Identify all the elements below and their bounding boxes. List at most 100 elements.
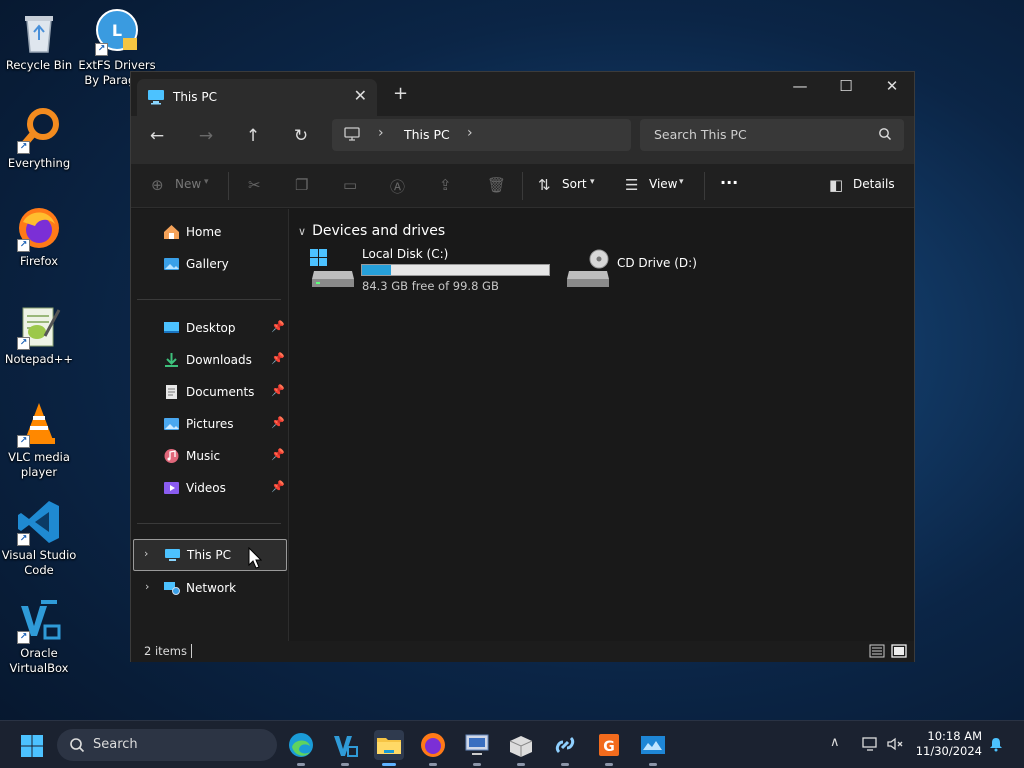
nav-item-downloads[interactable]: Downloads 📌 xyxy=(135,345,287,375)
desktop-icon-firefox[interactable]: ↗ Firefox xyxy=(0,204,78,269)
sort-chevron-icon: ▾ xyxy=(590,177,595,187)
desktop-icon-virtualbox[interactable]: ↗ Oracle VirtualBox xyxy=(0,596,78,676)
virtualbox-taskbar-icon[interactable] xyxy=(330,730,360,766)
search-box[interactable]: Search This PC xyxy=(640,119,904,151)
edge-icon[interactable] xyxy=(286,730,316,766)
desktop-icon-label: Firefox xyxy=(19,254,59,268)
nav-item-this-pc[interactable]: › This PC xyxy=(133,539,287,571)
close-window-button[interactable]: ✕ xyxy=(869,72,915,102)
desktop-icon-label: Notepad++ xyxy=(4,352,74,366)
expand-chevron-icon[interactable]: › xyxy=(144,547,148,560)
breadcrumb-separator[interactable]: › xyxy=(467,125,473,141)
taskbar-search[interactable]: Search xyxy=(57,729,277,761)
refresh-button[interactable]: ↻ xyxy=(287,126,315,146)
nav-item-documents[interactable]: Documents 📌 xyxy=(135,377,287,407)
nav-item-label: Desktop xyxy=(186,321,236,335)
gallery-icon xyxy=(163,256,180,272)
expand-chevron-icon[interactable]: › xyxy=(145,580,149,593)
desktop-icon-vlc[interactable]: ↗ VLC media player xyxy=(0,400,78,480)
more-options-button[interactable]: ··· xyxy=(720,173,738,192)
details-view-button[interactable] xyxy=(869,643,885,659)
rename-button[interactable]: Ⓐ xyxy=(390,176,405,197)
start-button[interactable] xyxy=(20,734,44,758)
computer-icon xyxy=(344,127,360,141)
pin-icon: 📌 xyxy=(271,384,285,397)
breadcrumb-this-pc[interactable]: This PC xyxy=(404,127,450,142)
pin-icon: 📌 xyxy=(271,320,285,333)
desktop-icon-label: Recycle Bin xyxy=(5,58,73,72)
new-tab-button[interactable]: + xyxy=(393,83,408,104)
collapse-chevron-icon[interactable]: ∨ xyxy=(298,225,306,238)
everything-search-icon: ↗ xyxy=(15,106,63,154)
tab-this-pc[interactable]: This PC ✕ xyxy=(137,79,377,116)
nav-item-pictures[interactable]: Pictures 📌 xyxy=(135,409,287,439)
nav-item-music[interactable]: Music 📌 xyxy=(135,441,287,471)
paste-button[interactable]: ▭ xyxy=(343,176,357,194)
copy-button[interactable]: ❐ xyxy=(295,176,308,194)
link-tool-icon[interactable] xyxy=(550,730,580,766)
show-hidden-icons-chevron-icon[interactable]: ∧ xyxy=(830,735,840,750)
desktop-icon-recycle-bin[interactable]: Recycle Bin xyxy=(0,8,78,73)
file-explorer-icon[interactable] xyxy=(374,730,404,766)
firefox-taskbar-icon[interactable] xyxy=(418,730,448,766)
volume-muted-icon[interactable] xyxy=(886,735,904,753)
nav-item-network[interactable]: › Network xyxy=(135,573,287,603)
virtual-machine-icon[interactable] xyxy=(462,730,492,766)
drive-free-space: 84.3 GB free of 99.8 GB xyxy=(362,279,499,293)
notification-bell-icon[interactable] xyxy=(988,736,1004,752)
maximize-button[interactable]: ☐ xyxy=(823,72,869,102)
forward-button[interactable]: → xyxy=(192,126,220,146)
tiles-view-button[interactable] xyxy=(891,643,907,659)
new-button[interactable]: New xyxy=(175,177,201,191)
running-indicator xyxy=(382,763,396,766)
sort-button[interactable]: Sort xyxy=(562,177,587,191)
breadcrumb-separator[interactable]: › xyxy=(378,125,384,141)
view-button[interactable]: View xyxy=(649,177,677,191)
address-bar-row: ← → ↑ ↻ › This PC › Search This PC xyxy=(131,116,914,164)
command-bar: ⊕ New ▾ ✂ ❐ ▭ Ⓐ ⇪ 🗑 ⇅ Sort ▾ ☰ View ▾ ··… xyxy=(131,164,914,208)
monitor-app-icon[interactable] xyxy=(638,730,668,766)
nav-item-desktop[interactable]: Desktop 📌 xyxy=(135,313,287,343)
tab-close-button[interactable]: ✕ xyxy=(354,86,367,105)
nav-item-videos[interactable]: Videos 📌 xyxy=(135,473,287,503)
shortcut-arrow-icon: ↗ xyxy=(17,141,30,154)
separator xyxy=(704,172,705,200)
up-button[interactable]: ↑ xyxy=(239,126,267,146)
this-pc-icon xyxy=(147,89,165,105)
running-indicator xyxy=(517,763,525,766)
network-tray-icon[interactable] xyxy=(861,735,879,753)
nav-item-home[interactable]: Home xyxy=(135,217,287,247)
pin-icon: 📌 xyxy=(271,416,285,429)
nav-item-label: Videos xyxy=(186,481,226,495)
nav-item-label: This PC xyxy=(187,548,231,562)
nav-item-gallery[interactable]: Gallery xyxy=(135,249,287,279)
pin-icon: 📌 xyxy=(271,352,285,365)
disk-usage-fill xyxy=(362,265,391,275)
desktop-folder-icon xyxy=(163,320,180,336)
cut-button[interactable]: ✂ xyxy=(248,176,261,194)
desktop-icon-vscode[interactable]: ↗ Visual Studio Code xyxy=(0,498,78,578)
system-clock[interactable]: 10:18 AM 11/30/2024 xyxy=(912,729,982,759)
back-button[interactable]: ← xyxy=(143,126,171,146)
package-icon[interactable] xyxy=(506,730,536,766)
documents-folder-icon xyxy=(163,384,180,400)
desktop-icon-notepadpp[interactable]: ↗ Notepad++ xyxy=(0,302,78,367)
minimize-button[interactable]: — xyxy=(777,72,823,102)
vscode-icon: ↗ xyxy=(15,498,63,546)
videos-folder-icon xyxy=(163,480,180,496)
drive-c[interactable]: Local Disk (C:) 84.3 GB free of 99.8 GB xyxy=(310,247,550,295)
details-button[interactable]: Details xyxy=(853,177,895,191)
presentation-app-icon[interactable]: G xyxy=(594,730,624,766)
nav-item-label: Network xyxy=(186,581,237,595)
tab-title: This PC xyxy=(173,90,217,104)
share-button[interactable]: ⇪ xyxy=(439,176,452,194)
address-bar[interactable]: › This PC › xyxy=(332,119,631,151)
pin-icon: 📌 xyxy=(271,448,285,461)
desktop-icon-everything[interactable]: ↗ Everything xyxy=(0,106,78,171)
view-chevron-icon: ▾ xyxy=(679,177,684,187)
title-bar[interactable]: This PC ✕ + — ☐ ✕ xyxy=(131,72,914,116)
taskbar-search-placeholder: Search xyxy=(93,737,138,752)
delete-button[interactable]: 🗑 xyxy=(487,176,506,194)
drive-d[interactable]: CD Drive (D:) xyxy=(565,247,705,295)
group-header-devices-and-drives[interactable]: ∨ Devices and drives xyxy=(298,223,445,239)
